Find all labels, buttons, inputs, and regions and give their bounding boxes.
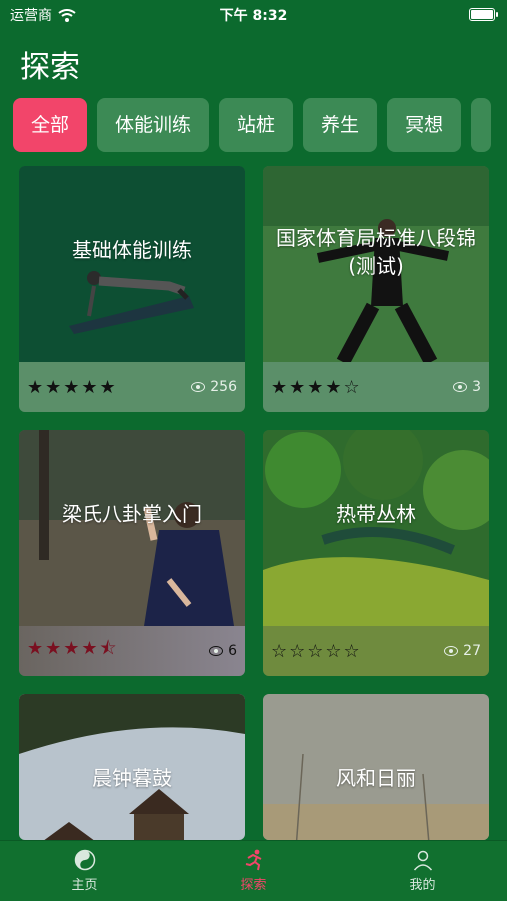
card-title: 国家体育局标准八段锦 (测试) [276,226,476,278]
view-count: 6 [209,643,237,659]
rating-stars: ☆☆☆☆☆ [271,640,362,662]
bottom-tab-bar: 主页 探索 我的 [0,840,507,901]
card-image [19,166,245,362]
view-count: 256 [191,379,237,395]
course-card[interactable]: 基础体能训练 ★★★★★ 256 [19,166,245,412]
view-count-value: 6 [228,643,237,659]
eye-icon [191,382,206,392]
yin-yang-icon [74,849,95,871]
tab-home[interactable]: 主页 [0,841,169,901]
view-count: 27 [444,643,481,659]
eye-icon [209,646,224,656]
card-title: 风和日丽 [336,766,416,790]
tab-profile-label: 我的 [409,878,436,893]
filter-chip-all[interactable]: 全部 [13,98,88,152]
card-footer: ★★★★☆ 3 [263,362,489,412]
view-count-value: 256 [210,379,237,395]
run-icon [245,849,261,871]
filter-chip-fitness[interactable]: 体能训练 [97,98,210,152]
rating-stars: ★★★★☆ [271,376,362,398]
status-time: 下午 8:32 [219,8,288,24]
tab-home-label: 主页 [71,878,98,893]
card-footer: ★★★★⯪ 6 [19,626,245,676]
card-image [263,430,489,626]
filter-chip-meditation[interactable]: 冥想 [387,98,462,152]
tab-explore-label: 探索 [240,878,267,893]
battery-icon [469,8,498,21]
course-card[interactable]: 梁氏八卦掌入门 ★★★★⯪ 6 [19,430,245,676]
filter-chip-more[interactable] [471,98,492,152]
view-count-value: 3 [472,379,481,395]
eye-icon [453,382,468,392]
card-title: 晨钟暮鼓 [92,766,172,790]
course-card[interactable]: 风和日丽 [263,694,489,840]
filter-chip-health[interactable]: 养生 [303,98,378,152]
course-card[interactable]: 国家体育局标准八段锦 (测试) ★★★★☆ 3 [263,166,489,412]
course-card[interactable]: 晨钟暮鼓 [19,694,245,840]
tab-explore[interactable]: 探索 [169,841,338,901]
view-count-value: 27 [463,643,481,659]
category-filter-bar[interactable]: 全部 体能训练 站桩 养生 冥想 [13,98,507,154]
status-bar: 运营商 下午 8:32 [0,0,507,28]
card-title: 基础体能训练 [72,238,192,262]
rating-stars: ★★★★★ [27,376,118,398]
course-card[interactable]: 热带丛林 ☆☆☆☆☆ 27 [263,430,489,676]
tab-profile[interactable]: 我的 [338,841,507,901]
page-title: 探索 [20,50,80,85]
rating-stars: ★★★★⯪ [27,638,119,659]
card-title: 梁氏八卦掌入门 [62,502,202,526]
card-title: 热带丛林 [336,502,416,526]
eye-icon [444,646,459,656]
card-footer: ☆☆☆☆☆ 27 [263,626,489,676]
card-footer: ★★★★★ 256 [19,362,245,412]
view-count: 3 [453,379,481,395]
filter-chip-standing[interactable]: 站桩 [219,98,294,152]
card-image [19,430,245,626]
user-icon [413,850,432,871]
